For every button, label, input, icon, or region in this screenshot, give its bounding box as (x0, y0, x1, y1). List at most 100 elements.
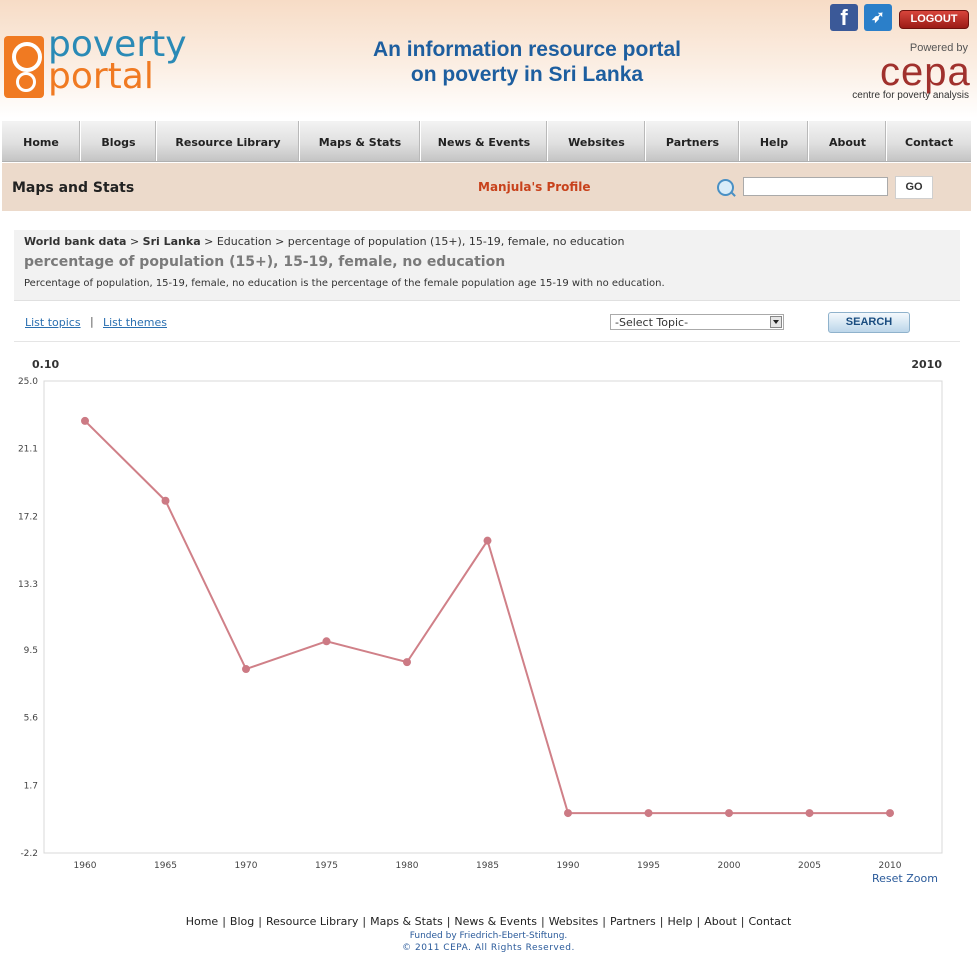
footer-link-help[interactable]: Help (667, 915, 692, 928)
logo-text-line2: portal (48, 56, 154, 97)
footer-separator: | (362, 915, 367, 928)
nav-item-partners[interactable]: Partners (646, 121, 740, 161)
y-tick-label: 17.2 (18, 512, 38, 522)
footer-separator: | (446, 915, 451, 928)
x-tick-label: 1990 (557, 861, 580, 871)
y-tick-label: 25.0 (18, 377, 38, 387)
site-footer: Home | Blog | Resource Library | Maps & Stats |… (0, 914, 977, 955)
nav-item-home[interactable]: Home (2, 121, 81, 161)
x-axis: 1960 1965 1970 1975 1980 1985 1990 1995 2000 2005… (74, 861, 902, 871)
link-separator: | (90, 315, 94, 328)
topic-select[interactable]: -Select Topic- (610, 314, 784, 330)
data-point[interactable] (242, 665, 250, 674)
chevron-down-icon[interactable] (770, 316, 782, 328)
data-point[interactable] (725, 809, 733, 818)
cepa-logo[interactable]: cepa (880, 50, 970, 94)
data-point[interactable] (564, 809, 572, 818)
data-point[interactable] (483, 536, 492, 545)
go-button[interactable]: GO (895, 176, 933, 199)
breadcrumb-world-bank[interactable]: World bank data (24, 235, 126, 248)
search-icon (717, 179, 734, 196)
nav-item-blogs[interactable]: Blogs (81, 121, 157, 161)
section-title: Maps and Stats (12, 180, 135, 196)
nav-item-contact[interactable]: Contact (887, 121, 971, 161)
reset-zoom-button[interactable]: Reset Zoom (872, 872, 938, 885)
nav-item-maps-stats[interactable]: Maps & Stats (300, 121, 421, 161)
breadcrumb-rest: > Education > percentage of population (… (200, 235, 625, 248)
chart-top-left-label: 0.10 (32, 358, 59, 371)
copyright: © 2011 CEPA. All Rights Reserved. (402, 943, 575, 953)
list-themes-link[interactable]: List themes (103, 316, 167, 329)
footer-link-resource-library[interactable]: Resource Library (266, 915, 358, 928)
chart-top-right-label: 2010 (911, 358, 942, 371)
footer-link-home[interactable]: Home (186, 915, 218, 928)
breadcrumb-sri-lanka[interactable]: Sri Lanka (143, 235, 201, 248)
twitter-icon[interactable]: ➶ (864, 4, 892, 31)
x-tick-label: 1980 (396, 861, 419, 871)
footer-separator: | (740, 915, 745, 928)
logo-mark-icon (4, 36, 44, 98)
profile-link[interactable]: Manjula's Profile (478, 180, 591, 194)
footer-nav: Home | Blog | Resource Library | Maps & Stats |… (0, 914, 977, 930)
x-tick-label: 1965 (154, 861, 177, 871)
footer-link-maps-stats[interactable]: Maps & Stats (370, 915, 443, 928)
footer-separator: | (222, 915, 226, 928)
indicator-info: World bank data > Sri Lanka > Education … (14, 230, 960, 301)
data-point[interactable] (886, 809, 894, 818)
nav-item-websites[interactable]: Websites (548, 121, 646, 161)
main-content: World bank data > Sri Lanka > Education … (2, 212, 971, 906)
site-header: poverty portal An information resource p… (0, 0, 977, 118)
breadcrumb: World bank data > Sri Lanka > Education … (24, 235, 625, 248)
footer-link-news-events[interactable]: News & Events (454, 915, 537, 928)
y-tick-label: 1.7 (24, 781, 38, 791)
y-axis: 25.0 21.1 17.2 13.3 9.5 5.6 1.7 -2.2 (18, 377, 38, 859)
line-chart[interactable]: 0.10 2010 25.021.117.213.39.55.61.7-2.2 … (14, 342, 960, 888)
x-tick-label: 1985 (476, 861, 499, 871)
search-button[interactable]: SEARCH (828, 312, 910, 333)
x-tick-label: 2005 (798, 861, 821, 871)
tagline-line2: on poverty in Sri Lanka (410, 63, 644, 86)
footer-link-blog[interactable]: Blog (230, 915, 254, 928)
y-tick-label: 13.3 (18, 580, 38, 590)
data-point[interactable] (161, 496, 170, 505)
footer-separator: | (602, 915, 606, 928)
footer-link-websites[interactable]: Websites (549, 915, 599, 928)
footer-separator: | (540, 915, 545, 928)
y-tick-label: -2.2 (20, 849, 38, 859)
facebook-icon[interactable]: f (830, 4, 858, 31)
site-tagline: An information resource portal on povert… (332, 37, 722, 87)
footer-separator: | (696, 915, 701, 928)
nav-item-help[interactable]: Help (740, 121, 809, 161)
data-point[interactable] (805, 809, 814, 818)
x-tick-label: 2010 (879, 861, 902, 871)
footer-link-about[interactable]: About (704, 915, 737, 928)
chart-area: 0.10 2010 25.0 21.1 17.2 13.3 9.5 5.6 1.7 -2.2 … (14, 342, 960, 888)
footer-link-partners[interactable]: Partners (610, 915, 656, 928)
poverty-portal-logo[interactable]: poverty portal (4, 27, 194, 104)
breadcrumb-sep: > (126, 235, 143, 248)
data-point[interactable] (644, 809, 653, 818)
footer-separator: | (258, 915, 262, 928)
nav-item-about[interactable]: About (809, 121, 887, 161)
plot-frame (43, 380, 943, 854)
tagline-line1: An information resource portal (372, 38, 682, 61)
indicator-title: percentage of population (15+), 15-19, f… (24, 254, 506, 270)
nav-item-resource-library[interactable]: Resource Library (157, 121, 300, 161)
footer-link-contact[interactable]: Contact (748, 915, 791, 928)
data-point[interactable] (81, 416, 89, 425)
list-topics-link[interactable]: List topics (25, 316, 81, 329)
y-tick-label: 5.6 (24, 714, 39, 724)
data-point[interactable] (403, 658, 411, 667)
logout-button[interactable]: LOGOUT (899, 10, 969, 29)
data-point[interactable] (322, 637, 331, 646)
main-nav: Home Blogs Resource Library Maps & Stats… (2, 121, 971, 162)
x-tick-label: 1975 (315, 861, 338, 871)
x-tick-label: 1960 (74, 861, 97, 871)
nav-item-news-events[interactable]: News & Events (421, 121, 548, 161)
y-tick-label: 21.1 (18, 445, 38, 455)
x-tick-label: 1995 (637, 861, 660, 871)
funded-by[interactable]: Funded by Friedrich-Ebert-Stiftung. (0, 930, 977, 942)
topic-select-value: -Select Topic- (615, 316, 689, 329)
section-bar: Maps and Stats Manjula's Profile GO (2, 163, 971, 211)
site-search-input[interactable] (743, 177, 888, 196)
